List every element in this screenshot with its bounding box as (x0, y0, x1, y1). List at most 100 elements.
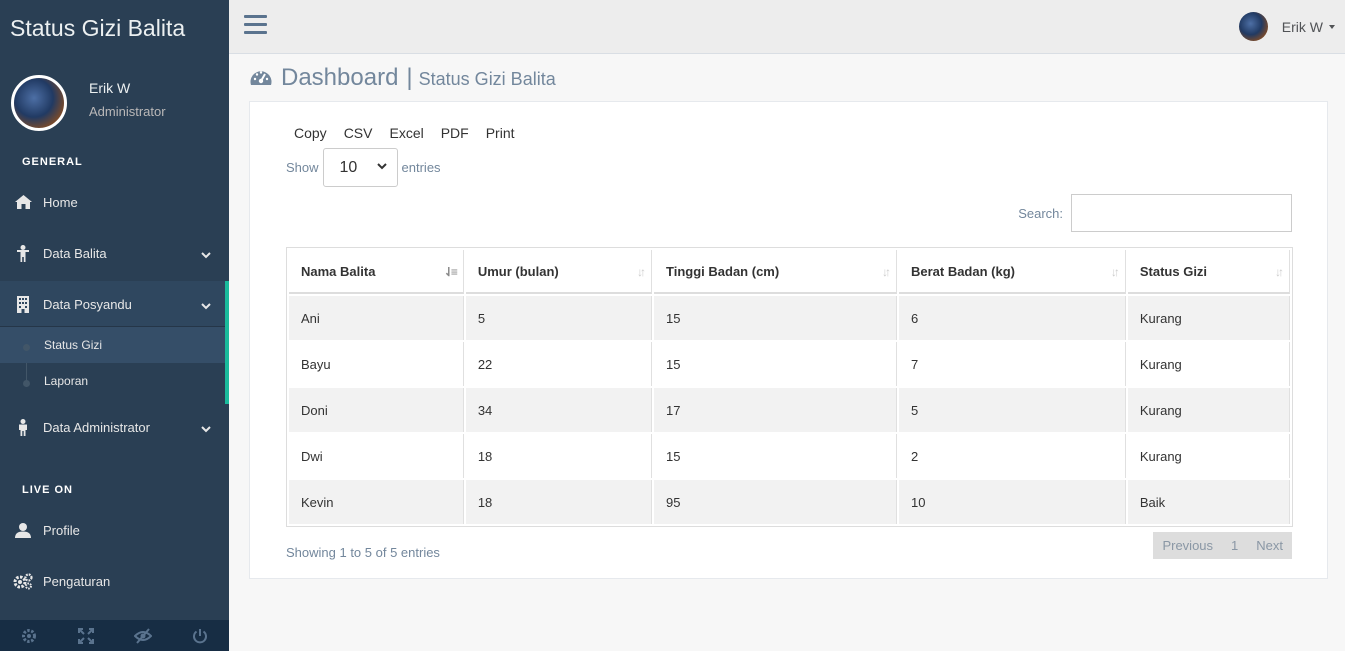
pagination: Previous 1 Next (1153, 532, 1292, 559)
cell-status: Kurang (1127, 296, 1290, 340)
chevron-down-icon (201, 421, 211, 436)
cell-nama: Doni (289, 388, 464, 432)
table-row: Dwi 18 15 2 Kurang (289, 434, 1290, 478)
sidebar-item-label: Data Posyandu (43, 296, 132, 312)
column-header-tinggi-badan[interactable]: Tinggi Badan (cm) ↓↑ (654, 250, 897, 294)
copy-button[interactable]: Copy (294, 125, 327, 141)
search-input[interactable] (1071, 194, 1292, 232)
sort-icon: ↓↑ (881, 265, 891, 279)
eye-slash-icon[interactable] (115, 620, 172, 651)
csv-button[interactable]: CSV (344, 125, 373, 141)
sidebar-item-label: Data Balita (43, 245, 107, 261)
sidebar-profile: Erik W Administrator (0, 54, 229, 146)
home-icon (13, 195, 33, 209)
column-header-berat-badan[interactable]: Berat Badan (kg) ↓↑ (898, 250, 1126, 294)
cell-umur: 18 (465, 480, 653, 524)
sidebar-item-profile[interactable]: Profile (0, 507, 229, 553)
section-live-on: LIVE ON (22, 484, 74, 496)
table-row: Bayu 22 15 7 Kurang (289, 342, 1290, 386)
cell-status: Kurang (1127, 434, 1290, 478)
show-label: Show (286, 160, 319, 175)
sidebar-item-data-balita[interactable]: Data Balita (0, 230, 229, 276)
sidebar-item-laporan[interactable]: Laporan (0, 363, 225, 399)
cell-nama: Dwi (289, 434, 464, 478)
cell-umur: 22 (465, 342, 653, 386)
user-standing-icon (13, 418, 33, 436)
active-indicator (225, 281, 229, 404)
cell-berat: 10 (898, 480, 1126, 524)
title-separator: | (406, 64, 413, 91)
pdf-button[interactable]: PDF (441, 125, 469, 141)
dashboard-icon (249, 67, 273, 90)
sort-icon: ↓↑ (1110, 265, 1120, 279)
user-icon (13, 522, 33, 538)
sidebar-footer (0, 620, 229, 651)
chevron-down-icon (201, 298, 211, 313)
profile-role: Administrator (89, 104, 166, 119)
power-icon[interactable] (172, 620, 229, 651)
search-label: Search: (1018, 205, 1063, 221)
next-button[interactable]: Next (1247, 538, 1292, 553)
cell-berat: 7 (898, 342, 1126, 386)
sidebar-item-home[interactable]: Home (0, 179, 229, 225)
cell-status: Kurang (1127, 388, 1290, 432)
column-header-umur[interactable]: Umur (bulan) ↓↑ (465, 250, 653, 294)
cell-tinggi: 15 (654, 342, 897, 386)
cell-berat: 6 (898, 296, 1126, 340)
column-header-status-gizi[interactable]: Status Gizi ↓↑ (1127, 250, 1290, 294)
header-label: Status Gizi (1139, 263, 1208, 279)
entries-length: Show 10 entries (286, 148, 441, 187)
sidebar-item-status-gizi[interactable]: Status Gizi (0, 327, 225, 363)
sidebar-item-label: Laporan (44, 374, 89, 388)
cell-tinggi: 15 (654, 296, 897, 340)
table-row: Ani 5 15 6 Kurang (289, 296, 1290, 340)
chevron-down-icon (201, 247, 211, 262)
avatar (11, 75, 67, 131)
fullscreen-icon[interactable] (57, 620, 114, 651)
print-button[interactable]: Print (486, 125, 515, 141)
gear-icon[interactable] (0, 620, 57, 651)
sort-icon: ↓↑ (1275, 265, 1284, 279)
previous-button[interactable]: Previous (1153, 538, 1222, 553)
cell-nama: Kevin (289, 480, 464, 524)
sidebar-item-data-posyandu[interactable]: Data Posyandu (0, 281, 229, 327)
table-search: Search: (1018, 194, 1292, 232)
bullet-icon (23, 380, 30, 387)
column-header-nama-balita[interactable]: Nama Balita ⇃≡ (289, 250, 464, 294)
cell-berat: 5 (898, 388, 1126, 432)
profile-name: Erik W (89, 80, 131, 96)
table-header-row: Nama Balita ⇃≡ Umur (bulan) ↓↑ Tinggi Ba… (289, 250, 1290, 294)
sidebar-item-pengaturan[interactable]: Pengaturan (0, 558, 229, 604)
sidebar-item-label: Home (43, 194, 78, 210)
header-label: Nama Balita (301, 263, 376, 279)
excel-button[interactable]: Excel (389, 125, 423, 141)
cell-nama: Bayu (289, 342, 464, 386)
export-buttons: Copy CSV Excel PDF Print (294, 125, 532, 141)
app-title[interactable]: Status Gizi Balita (0, 0, 229, 54)
entries-value: 10 (339, 158, 358, 176)
entries-label: entries (401, 160, 441, 175)
sidebar-item-label: Status Gizi (44, 338, 103, 352)
sort-icon: ↓↑ (637, 265, 646, 279)
sidebar-item-data-administrator[interactable]: Data Administrator (0, 404, 229, 450)
data-table: Nama Balita ⇃≡ Umur (bulan) ↓↑ Tinggi Ba… (286, 247, 1293, 527)
cell-nama: Ani (289, 296, 464, 340)
table-info: Showing 1 to 5 of 5 entries (286, 545, 440, 560)
content-panel: Copy CSV Excel PDF Print Show 10 entries… (249, 101, 1328, 579)
table-row: Kevin 18 95 10 Baik (289, 480, 1290, 524)
entries-select[interactable]: 10 (322, 148, 398, 187)
header-label: Berat Badan (kg) (910, 263, 1015, 279)
cell-tinggi: 95 (654, 480, 897, 524)
cell-umur: 5 (465, 296, 653, 340)
user-menu[interactable]: Erik W (1238, 12, 1335, 41)
child-icon (13, 244, 33, 262)
menu-toggle-icon[interactable] (244, 15, 267, 35)
page-heading: Dashboard (281, 64, 399, 91)
page-title: Dashboard | Status Gizi Balita (249, 64, 556, 92)
building-icon (13, 295, 33, 313)
page-button-1[interactable]: 1 (1222, 538, 1247, 553)
top-navbar: Erik W (229, 0, 1345, 54)
cell-tinggi: 17 (654, 388, 897, 432)
table-row: Doni 34 17 5 Kurang (289, 388, 1290, 432)
cell-status: Kurang (1127, 342, 1290, 386)
